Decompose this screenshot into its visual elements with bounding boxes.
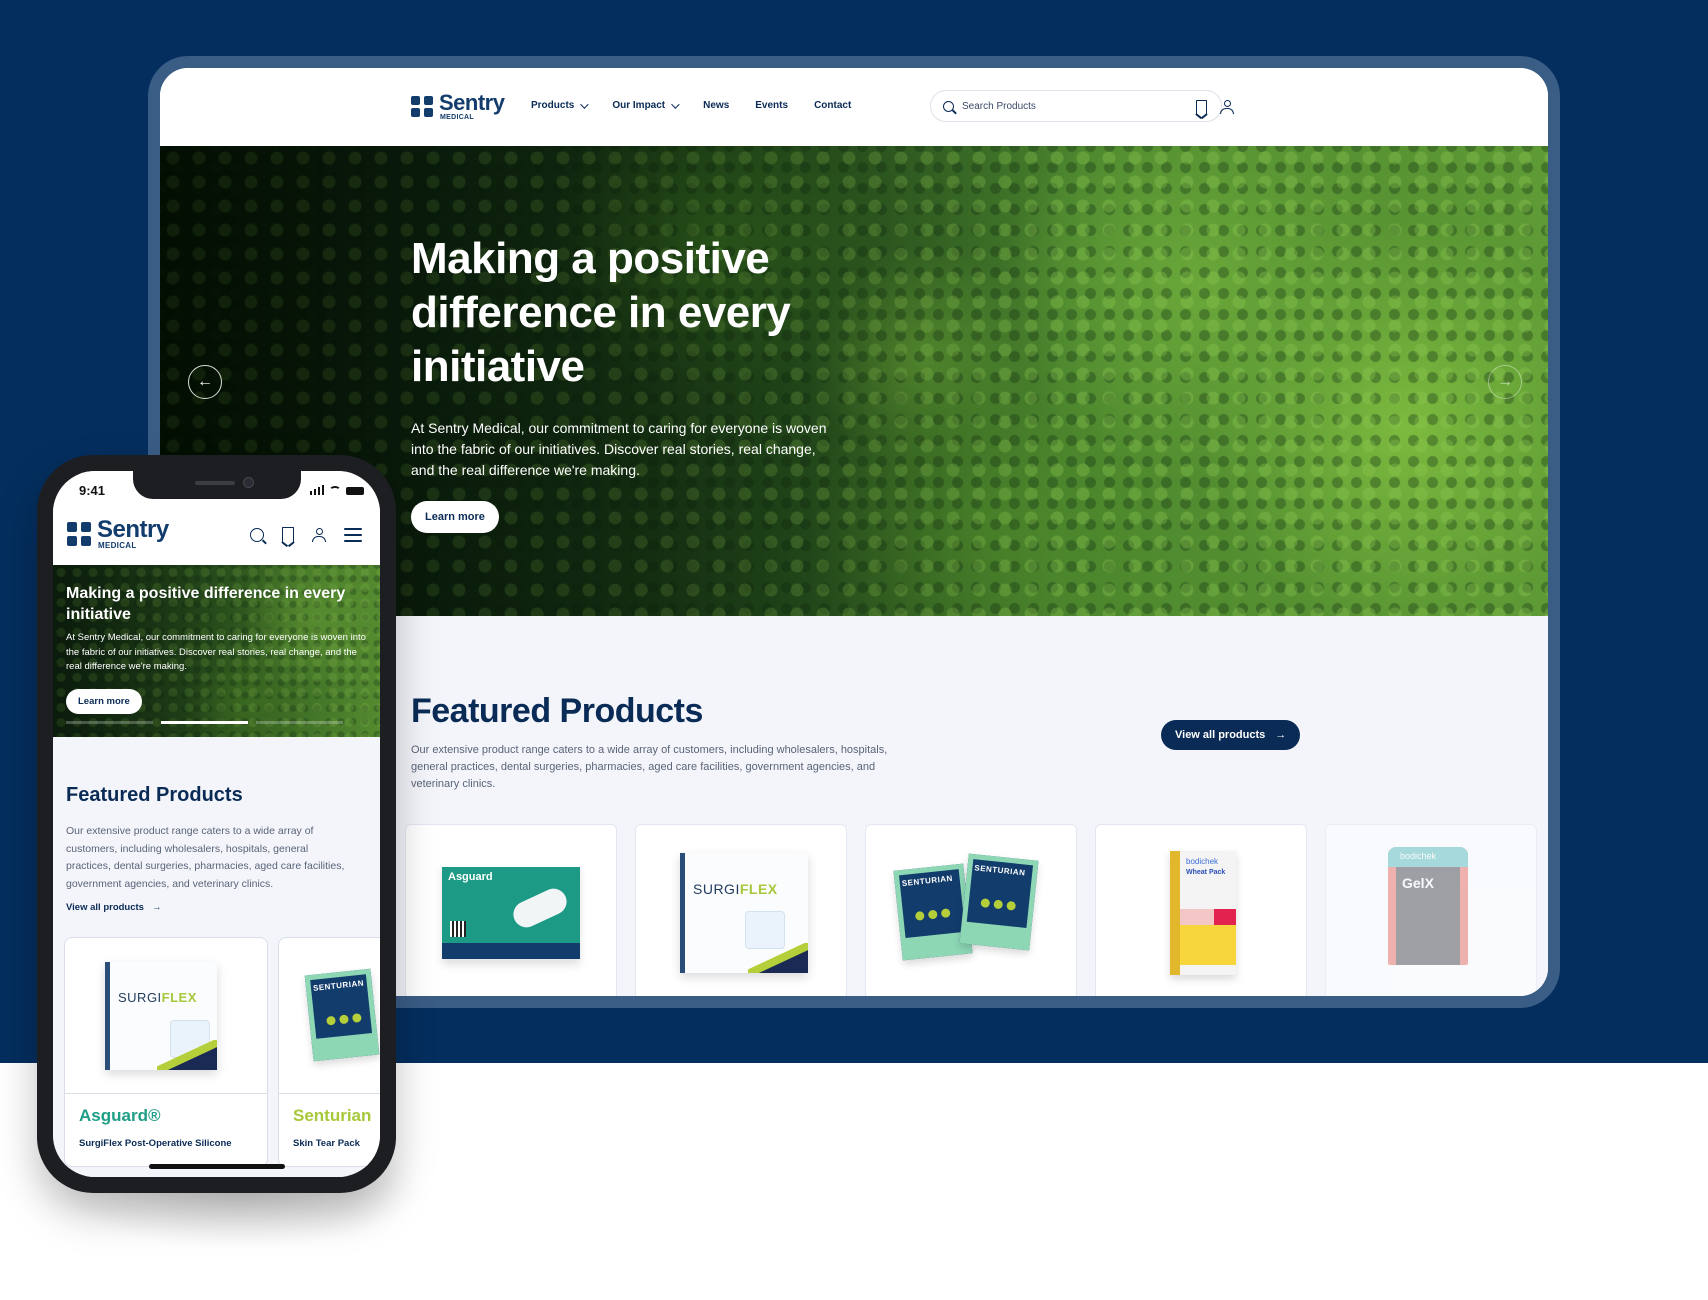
logo-sub: MEDICAL — [98, 541, 137, 550]
phone-frame: 9:41 Sentry MEDICAL Making a positive di… — [37, 455, 396, 1193]
product-image-wheat-pack: bodichek Wheat Pack — [1170, 851, 1236, 975]
bookmark-icon[interactable] — [282, 527, 294, 542]
home-indicator — [149, 1164, 285, 1169]
nav-products[interactable]: Products — [531, 99, 590, 111]
carousel-indicators — [66, 721, 343, 724]
product-carousel: Asguard SURGIFLEX SENTURIAN SENTURIAN bo… — [405, 824, 1537, 996]
nav-products-label: Products — [531, 100, 575, 111]
product-name: SurgiFlex Post-Operative Silicone — [79, 1138, 232, 1149]
carousel-next-button[interactable]: → — [1488, 365, 1522, 399]
user-icon[interactable] — [312, 527, 326, 542]
product-image-senturian: SENTURIAN — [893, 863, 973, 961]
logo-mark-icon — [411, 95, 433, 118]
nav-our-impact[interactable]: Our Impact — [612, 99, 680, 111]
product-card-gelx[interactable]: bodichek GelX — [1325, 824, 1537, 996]
product-card-wheat-pack[interactable]: bodichek Wheat Pack — [1095, 824, 1307, 996]
battery-icon — [346, 487, 364, 495]
nav-events-label: Events — [755, 100, 789, 111]
arrow-left-icon: ← — [197, 373, 213, 390]
nav-contact[interactable]: Contact — [814, 100, 851, 111]
sentry-logo[interactable]: Sentry MEDICAL — [411, 90, 505, 121]
mobile-featured-products: Featured Products Our extensive product … — [53, 737, 380, 1177]
signal-icon — [309, 485, 324, 495]
featured-description: Our extensive product range caters to a … — [66, 825, 345, 890]
arrow-right-icon: → — [151, 902, 162, 913]
hero-text: At Sentry Medical, our commitment to car… — [411, 420, 827, 478]
view-all-products-button[interactable]: View all products → — [1161, 720, 1301, 750]
product-carousel: SURGIFLEX Asguard® SurgiFlex Post-Operat… — [64, 937, 380, 1167]
product-image-gelx: bodichek GelX — [1388, 847, 1468, 965]
carousel-indicator[interactable] — [256, 721, 343, 724]
phone-notch — [133, 471, 301, 499]
view-all-label: View all products — [66, 902, 144, 913]
logo-word: Sentry — [97, 516, 169, 543]
hero-title: Making a positive difference in every in… — [66, 585, 346, 623]
product-card-senturian[interactable]: SENTURIAN SENTURIAN — [865, 824, 1077, 996]
package-label: Asguard — [448, 871, 493, 883]
hero-content: Making a positive difference in every in… — [411, 232, 871, 533]
product-image-asguard: Asguard — [442, 863, 580, 959]
package-label: SURGIFLEX — [693, 881, 778, 897]
product-card-surgiflex[interactable]: SURGIFLEX — [635, 824, 847, 996]
hero-title: Making a positive difference in every in… — [411, 234, 791, 391]
carousel-indicator[interactable] — [66, 721, 153, 724]
chevron-down-icon — [580, 99, 590, 109]
product-card[interactable]: SENTURIAN Senturian Skin Tear Pack — [278, 937, 380, 1167]
arrow-right-icon: → — [1275, 729, 1287, 741]
status-time: 9:41 — [79, 483, 106, 498]
main-nav: Products Our Impact News Events Contact — [531, 99, 851, 111]
wifi-icon — [329, 486, 341, 495]
featured-title: Featured Products — [66, 784, 243, 806]
menu-icon[interactable] — [344, 527, 362, 542]
view-all-products-link[interactable]: View all products → — [66, 902, 161, 913]
product-image-senturian: SENTURIAN — [304, 968, 380, 1062]
hero-text: At Sentry Medical, our commitment to car… — [66, 632, 366, 672]
account-button[interactable] — [1218, 98, 1236, 116]
search-icon[interactable] — [250, 527, 264, 542]
sentry-logo[interactable]: Sentry MEDICAL — [67, 518, 169, 550]
product-image-senturian: SENTURIAN — [959, 853, 1039, 951]
chevron-down-icon — [671, 99, 680, 109]
nav-our-impact-label: Our Impact — [612, 100, 666, 111]
nav-contact-label: Contact — [814, 100, 852, 111]
learn-more-button[interactable]: Learn more — [411, 501, 499, 533]
product-name: Skin Tear Pack — [293, 1138, 360, 1149]
featured-description: Our extensive product range caters to a … — [411, 744, 888, 790]
learn-more-button[interactable]: Learn more — [66, 688, 142, 714]
product-image-surgiflex: SURGIFLEX — [105, 962, 217, 1070]
site-header: Sentry MEDICAL Products Our Impact News … — [160, 68, 1548, 146]
search-bar[interactable] — [930, 90, 1222, 122]
mobile-site: 9:41 Sentry MEDICAL Making a positive di… — [53, 471, 380, 1177]
carousel-indicator-active[interactable] — [161, 721, 248, 724]
logo-word: Sentry — [439, 90, 505, 115]
carousel-prev-button[interactable]: ← — [188, 365, 222, 399]
product-brand: Asguard® — [79, 1106, 161, 1125]
product-card-asguard[interactable]: Asguard — [405, 824, 617, 996]
product-brand: Senturian — [293, 1106, 372, 1125]
arrow-right-icon: → — [1497, 373, 1513, 390]
search-icon — [943, 100, 954, 112]
search-input[interactable] — [962, 100, 1202, 112]
logo-sub: MEDICAL — [440, 114, 474, 121]
bookmark-button[interactable] — [1193, 99, 1209, 115]
mobile-header: Sentry MEDICAL — [53, 507, 380, 565]
nav-news[interactable]: News — [703, 100, 729, 111]
featured-title: Featured Products — [411, 692, 703, 730]
nav-news-label: News — [703, 100, 730, 111]
mobile-hero: Making a positive difference in every in… — [53, 565, 380, 737]
bookmark-icon — [1195, 100, 1207, 114]
user-icon — [1220, 100, 1234, 114]
nav-events[interactable]: Events — [755, 100, 788, 111]
product-card[interactable]: SURGIFLEX Asguard® SurgiFlex Post-Operat… — [64, 937, 268, 1167]
view-all-label: View all products — [1175, 729, 1266, 741]
product-image-surgiflex: SURGIFLEX — [680, 853, 808, 973]
logo-mark-icon — [67, 522, 91, 546]
